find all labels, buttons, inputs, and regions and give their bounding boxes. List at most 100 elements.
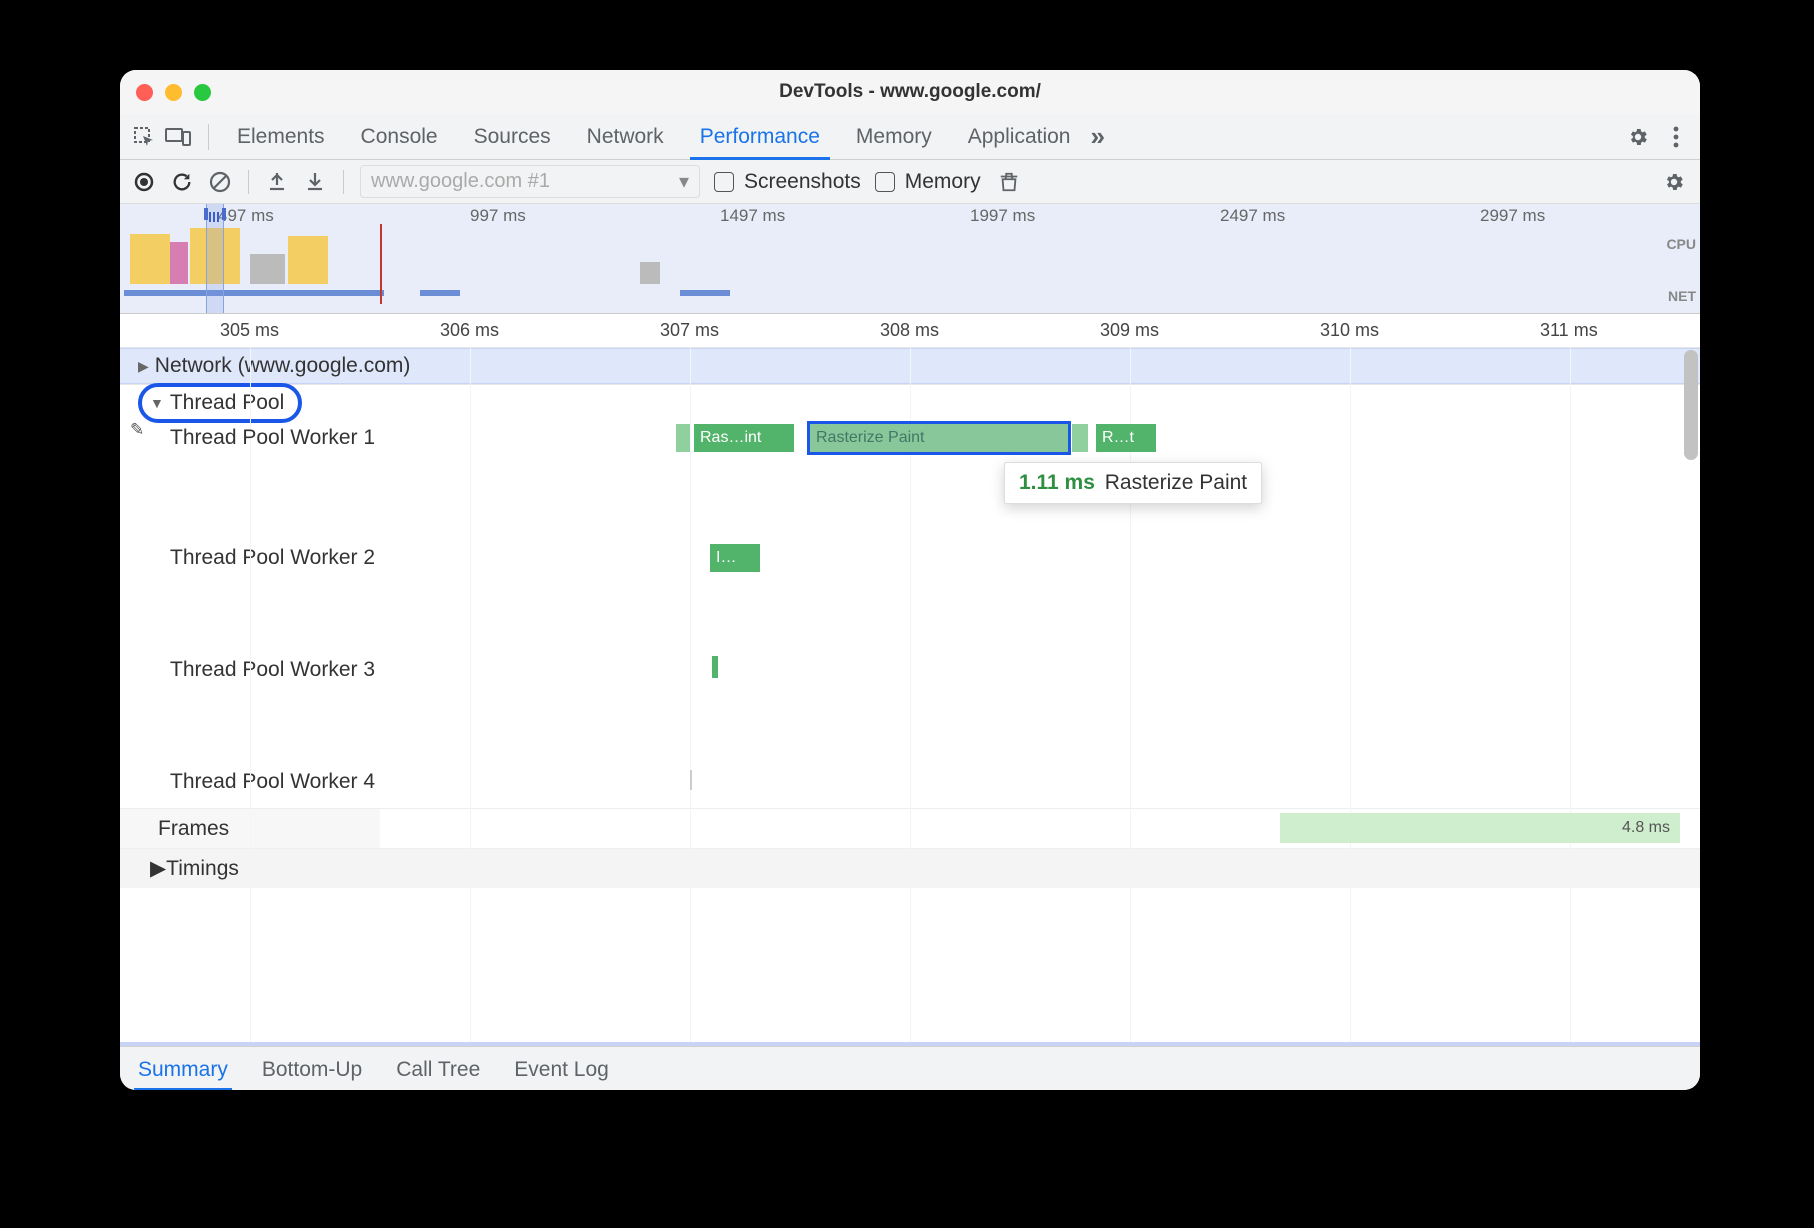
tab-memory[interactable]: Memory <box>838 115 950 159</box>
flamechart-area[interactable]: ▶ Network (www.google.com) ▼ Thread Pool… <box>120 348 1700 1042</box>
tab-separator <box>208 124 209 150</box>
event-tooltip: 1.11 ms Rasterize Paint <box>1004 462 1262 504</box>
frame-event[interactable]: 4.8 ms <box>1280 813 1680 843</box>
timeline-ruler[interactable]: 305 ms 306 ms 307 ms 308 ms 309 ms 310 m… <box>120 314 1700 348</box>
memory-checkbox[interactable]: Memory <box>875 170 981 194</box>
tab-network[interactable]: Network <box>569 115 682 159</box>
frames-label: Frames <box>120 809 380 848</box>
performance-toolbar: www.google.com #1 ▾ Screenshots Memory <box>120 160 1700 204</box>
overview-ticks: 497 ms 997 ms 1497 ms 1997 ms 2497 ms 29… <box>120 204 1670 222</box>
checkbox-box <box>714 172 734 192</box>
settings-icon[interactable] <box>1624 123 1652 151</box>
clear-icon[interactable] <box>208 170 232 194</box>
ruler-tick: 307 ms <box>660 320 719 341</box>
collect-garbage-icon[interactable] <box>997 170 1021 194</box>
minimize-window-button[interactable] <box>165 84 182 101</box>
ruler-tick: 308 ms <box>880 320 939 341</box>
thread-pool-label: Thread Pool <box>170 391 284 415</box>
toolbar-separator-2 <box>343 170 344 194</box>
event-worker3[interactable] <box>712 656 718 678</box>
devtools-window: DevTools - www.google.com/ Elements Cons… <box>120 70 1700 1090</box>
profile-selector[interactable]: www.google.com #1 ▾ <box>360 165 700 198</box>
chevron-right-icon: ▶ <box>138 358 149 375</box>
chevron-down-icon: ▼ <box>150 395 164 411</box>
ruler-tick: 311 ms <box>1540 320 1598 341</box>
drawer-tab-summary[interactable]: Summary <box>134 1050 232 1090</box>
overview-net-label: NET <box>1668 288 1696 304</box>
worker-row-2: Thread Pool Worker 2 I… <box>120 540 1700 652</box>
frames-lane[interactable]: 4.8 ms <box>380 809 1700 848</box>
drawer-tab-event-log[interactable]: Event Log <box>510 1050 613 1090</box>
load-profile-icon[interactable] <box>265 170 289 194</box>
inspect-element-icon[interactable] <box>130 123 158 151</box>
worker-4-label: Thread Pool Worker 4 <box>120 764 380 794</box>
record-icon[interactable] <box>132 170 156 194</box>
worker-1-lane[interactable]: Ras…int Rasterize Paint R…t 1.11 ms Rast… <box>380 420 1700 540</box>
thread-pool-highlight: ▼ Thread Pool <box>138 383 302 423</box>
network-row-header[interactable]: ▶ Network (www.google.com) <box>120 348 1700 384</box>
device-toolbar-icon[interactable] <box>164 123 192 151</box>
chevron-right-icon: ▶ <box>150 856 166 881</box>
event-worker4[interactable] <box>690 770 692 790</box>
overview-tick: 997 ms <box>470 206 526 226</box>
drawer-tab-call-tree[interactable]: Call Tree <box>392 1050 484 1090</box>
screenshots-label: Screenshots <box>744 170 861 194</box>
more-tabs-icon[interactable]: » <box>1090 121 1104 152</box>
timings-row-header[interactable]: ▶ Timings <box>120 848 1700 888</box>
edit-icon[interactable]: ✎ <box>130 420 144 440</box>
profile-selector-label: www.google.com #1 <box>371 170 550 193</box>
worker-2-lane[interactable]: I… <box>380 540 1700 652</box>
ruler-tick: 310 ms <box>1320 320 1379 341</box>
close-window-button[interactable] <box>136 84 153 101</box>
reload-record-icon[interactable] <box>170 170 194 194</box>
overview-minimap[interactable]: 497 ms 997 ms 1497 ms 1997 ms 2497 ms 29… <box>120 204 1700 314</box>
thread-pool-row-header[interactable]: ▼ Thread Pool <box>120 384 1700 420</box>
worker-2-label: Thread Pool Worker 2 <box>120 540 380 570</box>
tab-sources[interactable]: Sources <box>456 115 569 159</box>
worker-row-3: Thread Pool Worker 3 <box>120 652 1700 764</box>
event-bar[interactable] <box>1072 424 1088 452</box>
screenshots-checkbox[interactable]: Screenshots <box>714 170 861 194</box>
drawer-tabs: Summary Bottom-Up Call Tree Event Log <box>120 1046 1700 1090</box>
overview-tick: 497 ms <box>218 206 274 226</box>
event-rasterize-c[interactable]: R…t <box>1096 424 1156 452</box>
event-bar[interactable] <box>676 424 690 452</box>
tab-elements[interactable]: Elements <box>219 115 343 159</box>
drawer-tab-bottom-up[interactable]: Bottom-Up <box>258 1050 366 1090</box>
tooltip-name: Rasterize Paint <box>1105 471 1247 494</box>
worker-row-1: ✎ Thread Pool Worker 1 Ras…int Rasterize… <box>120 420 1700 540</box>
worker-1-label: Thread Pool Worker 1 <box>120 420 380 450</box>
traffic-lights <box>136 84 211 101</box>
ruler-tick: 309 ms <box>1100 320 1159 341</box>
checkbox-box <box>875 172 895 192</box>
event-rasterize-a[interactable]: Ras…int <box>694 424 794 452</box>
overview-selection[interactable] <box>206 204 224 313</box>
devtools-tabs: Elements Console Sources Network Perform… <box>120 114 1700 160</box>
overview-tick: 1997 ms <box>970 206 1035 226</box>
memory-label: Memory <box>905 170 981 194</box>
save-profile-icon[interactable] <box>303 170 327 194</box>
ruler-tick: 305 ms <box>220 320 279 341</box>
window-title: DevTools - www.google.com/ <box>120 81 1700 103</box>
overview-marker <box>380 224 382 304</box>
event-worker2[interactable]: I… <box>710 544 760 572</box>
tab-application[interactable]: Application <box>950 115 1089 159</box>
overview-cpu-label: CPU <box>1666 236 1696 252</box>
overview-tick: 1497 ms <box>720 206 785 226</box>
event-rasterize-selected[interactable]: Rasterize Paint <box>810 424 1068 452</box>
capture-settings-icon[interactable] <box>1660 168 1688 196</box>
tooltip-duration: 1.11 ms <box>1019 471 1095 494</box>
tab-console[interactable]: Console <box>343 115 456 159</box>
worker-4-lane[interactable] <box>380 764 1700 804</box>
chevron-down-icon: ▾ <box>679 169 689 194</box>
overview-flame <box>120 224 1700 284</box>
timings-label: Timings <box>166 857 239 881</box>
zoom-window-button[interactable] <box>194 84 211 101</box>
worker-3-label: Thread Pool Worker 3 <box>120 652 380 682</box>
overview-tick: 2497 ms <box>1220 206 1285 226</box>
window-titlebar: DevTools - www.google.com/ <box>120 70 1700 114</box>
worker-3-lane[interactable] <box>380 652 1700 764</box>
tab-performance[interactable]: Performance <box>682 115 838 159</box>
frames-row[interactable]: Frames 4.8 ms <box>120 808 1700 848</box>
kebab-menu-icon[interactable] <box>1662 123 1690 151</box>
